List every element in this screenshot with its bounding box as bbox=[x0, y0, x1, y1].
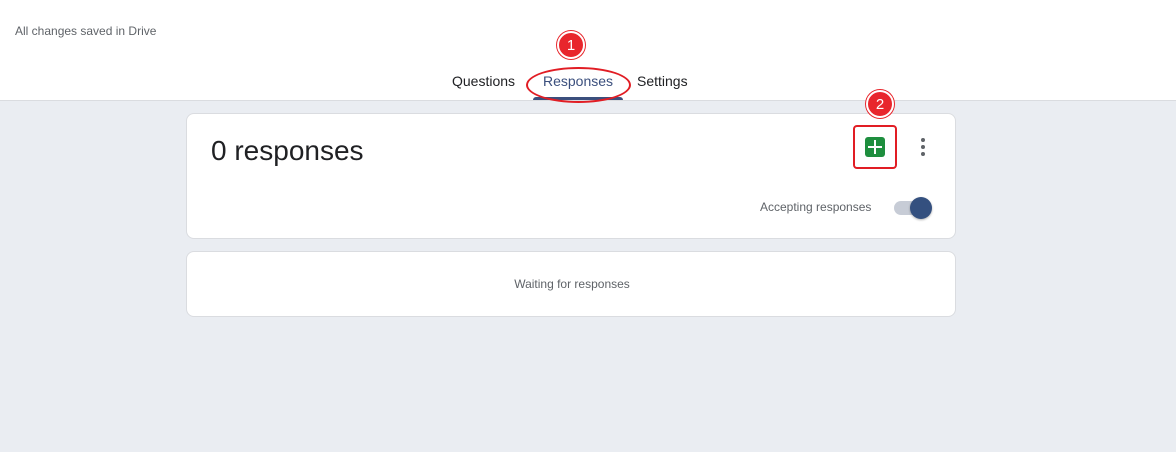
waiting-card: Waiting for responses bbox=[186, 251, 956, 317]
annotation-ellipse bbox=[526, 67, 631, 103]
tab-settings[interactable]: Settings bbox=[637, 73, 688, 89]
more-vert-icon bbox=[921, 138, 925, 142]
response-count: 0 responses bbox=[211, 135, 364, 166]
save-status: All changes saved in Drive bbox=[15, 24, 157, 38]
annotation-badge-1: 1 bbox=[557, 31, 585, 59]
accepting-responses-toggle[interactable] bbox=[894, 195, 932, 219]
tab-questions[interactable]: Questions bbox=[452, 73, 515, 89]
responses-summary-card: 0 responses Accepting responses bbox=[186, 113, 956, 239]
accepting-responses-label: Accepting responses bbox=[760, 200, 872, 214]
google-sheets-icon bbox=[865, 137, 885, 157]
link-to-sheets-button[interactable] bbox=[853, 125, 897, 169]
more-options-button[interactable] bbox=[911, 134, 935, 160]
annotation-badge-2: 2 bbox=[866, 90, 894, 118]
waiting-message: Waiting for responses bbox=[514, 277, 630, 291]
toggle-thumb bbox=[910, 197, 932, 219]
top-bar: All changes saved in Drive Questions Res… bbox=[0, 0, 1176, 103]
